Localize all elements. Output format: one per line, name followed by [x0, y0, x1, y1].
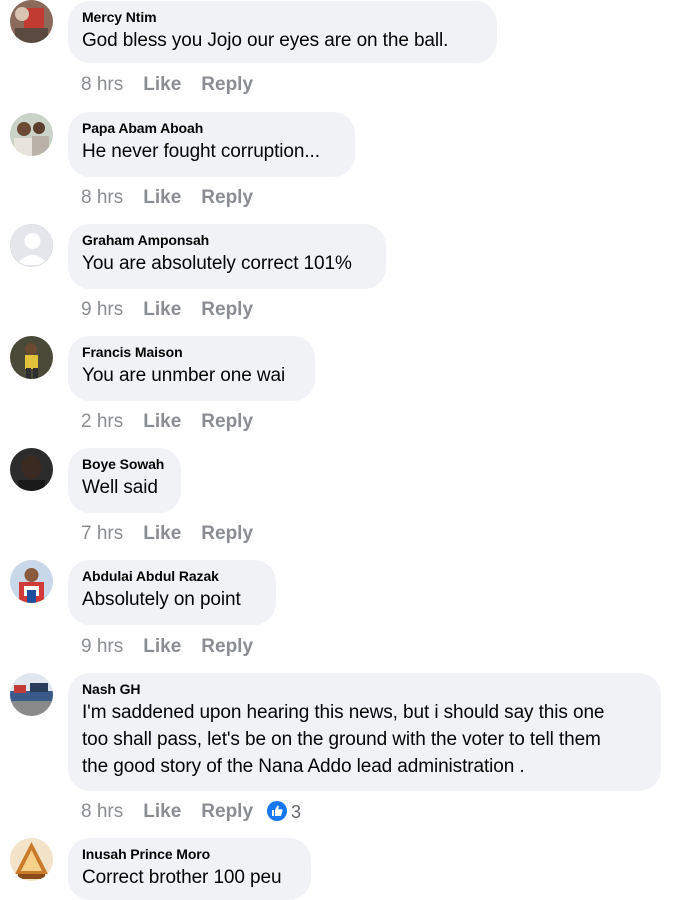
like-button[interactable]: Like — [143, 636, 181, 657]
comment-author[interactable]: Francis Maison — [82, 344, 301, 361]
comment-bubble: Abdulai Abdul Razak Absolutely on point — [68, 560, 276, 625]
like-reaction-icon — [267, 801, 288, 821]
comment-bubble: Boye Sowah Well said — [68, 448, 181, 513]
comment-timestamp[interactable]: 8 hrs — [81, 74, 123, 95]
comment-text-line: too shall pass, let's be on the ground w… — [82, 729, 601, 750]
comment-author[interactable]: Graham Amponsah — [82, 232, 372, 249]
like-button[interactable]: Like — [143, 187, 181, 208]
comment-text: Absolutely on point — [82, 589, 241, 610]
default-avatar-icon[interactable] — [10, 224, 53, 267]
avatar[interactable] — [10, 448, 53, 491]
reply-button[interactable]: Reply — [201, 801, 253, 822]
reply-button[interactable]: Reply — [201, 523, 253, 544]
like-button[interactable]: Like — [143, 411, 181, 432]
comment-text: God bless you Jojo our eyes are on the b… — [82, 30, 449, 51]
comment-bubble: Inusah Prince Moro Correct brother 100 p… — [68, 838, 311, 900]
comment-actions: 7 hrs Like Reply — [81, 522, 253, 546]
comment-bubble: Graham Amponsah You are absolutely corre… — [68, 224, 386, 289]
comment-author[interactable]: Nash GH — [82, 681, 647, 698]
comment-author[interactable]: Mercy Ntim — [82, 9, 483, 26]
comment-actions: 9 hrs Like Reply — [81, 635, 253, 659]
comment-bubble: Mercy Ntim God bless you Jojo our eyes a… — [68, 1, 497, 63]
comment-text: Correct brother 100 peu — [82, 867, 282, 888]
comment-text: He never fought corruption... — [82, 141, 320, 162]
comment-text: You are absolutely correct 101% — [82, 253, 352, 274]
comment-author[interactable]: Abdulai Abdul Razak — [82, 568, 262, 585]
like-button[interactable]: Like — [143, 74, 181, 95]
comment-author[interactable]: Papa Abam Aboah — [82, 120, 341, 137]
comment-timestamp[interactable]: 9 hrs — [81, 636, 123, 657]
avatar[interactable] — [10, 336, 53, 379]
comment-text: Well said — [82, 477, 158, 498]
comment-bubble: Papa Abam Aboah He never fought corrupti… — [68, 112, 355, 177]
comment-text-line: I'm saddened upon hearing this news, but… — [82, 702, 605, 723]
avatar[interactable] — [10, 673, 53, 716]
reaction-summary[interactable]: 3 — [267, 800, 301, 824]
comment-timestamp[interactable]: 8 hrs — [81, 801, 123, 822]
avatar[interactable] — [10, 0, 53, 43]
avatar[interactable] — [10, 113, 53, 156]
reaction-count: 3 — [291, 802, 302, 822]
reply-button[interactable]: Reply — [201, 636, 253, 657]
comment-actions: 8 hrs Like Reply 3 — [81, 800, 301, 824]
comment-timestamp[interactable]: 2 hrs — [81, 411, 123, 432]
comment-text-line: the good story of the Nana Addo lead adm… — [82, 756, 525, 777]
avatar[interactable] — [10, 560, 53, 603]
comment-actions: 8 hrs Like Reply — [81, 73, 253, 97]
comment-text: You are unmber one wai — [82, 365, 286, 386]
reply-button[interactable]: Reply — [201, 74, 253, 95]
comment-bubble: Francis Maison You are unmber one wai — [68, 336, 315, 401]
avatar[interactable] — [10, 838, 53, 881]
comment-bubble: Nash GH I'm saddened upon hearing this n… — [68, 673, 661, 791]
comment-author[interactable]: Boye Sowah — [82, 456, 167, 473]
comment-actions: 2 hrs Like Reply — [81, 410, 253, 434]
reply-button[interactable]: Reply — [201, 187, 253, 208]
comment-actions: 9 hrs Like Reply — [81, 298, 253, 322]
like-button[interactable]: Like — [143, 801, 181, 822]
reply-button[interactable]: Reply — [201, 299, 253, 320]
reply-button[interactable]: Reply — [201, 411, 253, 432]
comment-timestamp[interactable]: 8 hrs — [81, 187, 123, 208]
like-button[interactable]: Like — [143, 299, 181, 320]
comment-author[interactable]: Inusah Prince Moro — [82, 846, 297, 863]
like-button[interactable]: Like — [143, 523, 181, 544]
comment-text: I'm saddened upon hearing this news, but… — [82, 699, 647, 780]
comment-timestamp[interactable]: 9 hrs — [81, 299, 123, 320]
comment-actions: 8 hrs Like Reply — [81, 186, 253, 210]
comment-timestamp[interactable]: 7 hrs — [81, 523, 123, 544]
